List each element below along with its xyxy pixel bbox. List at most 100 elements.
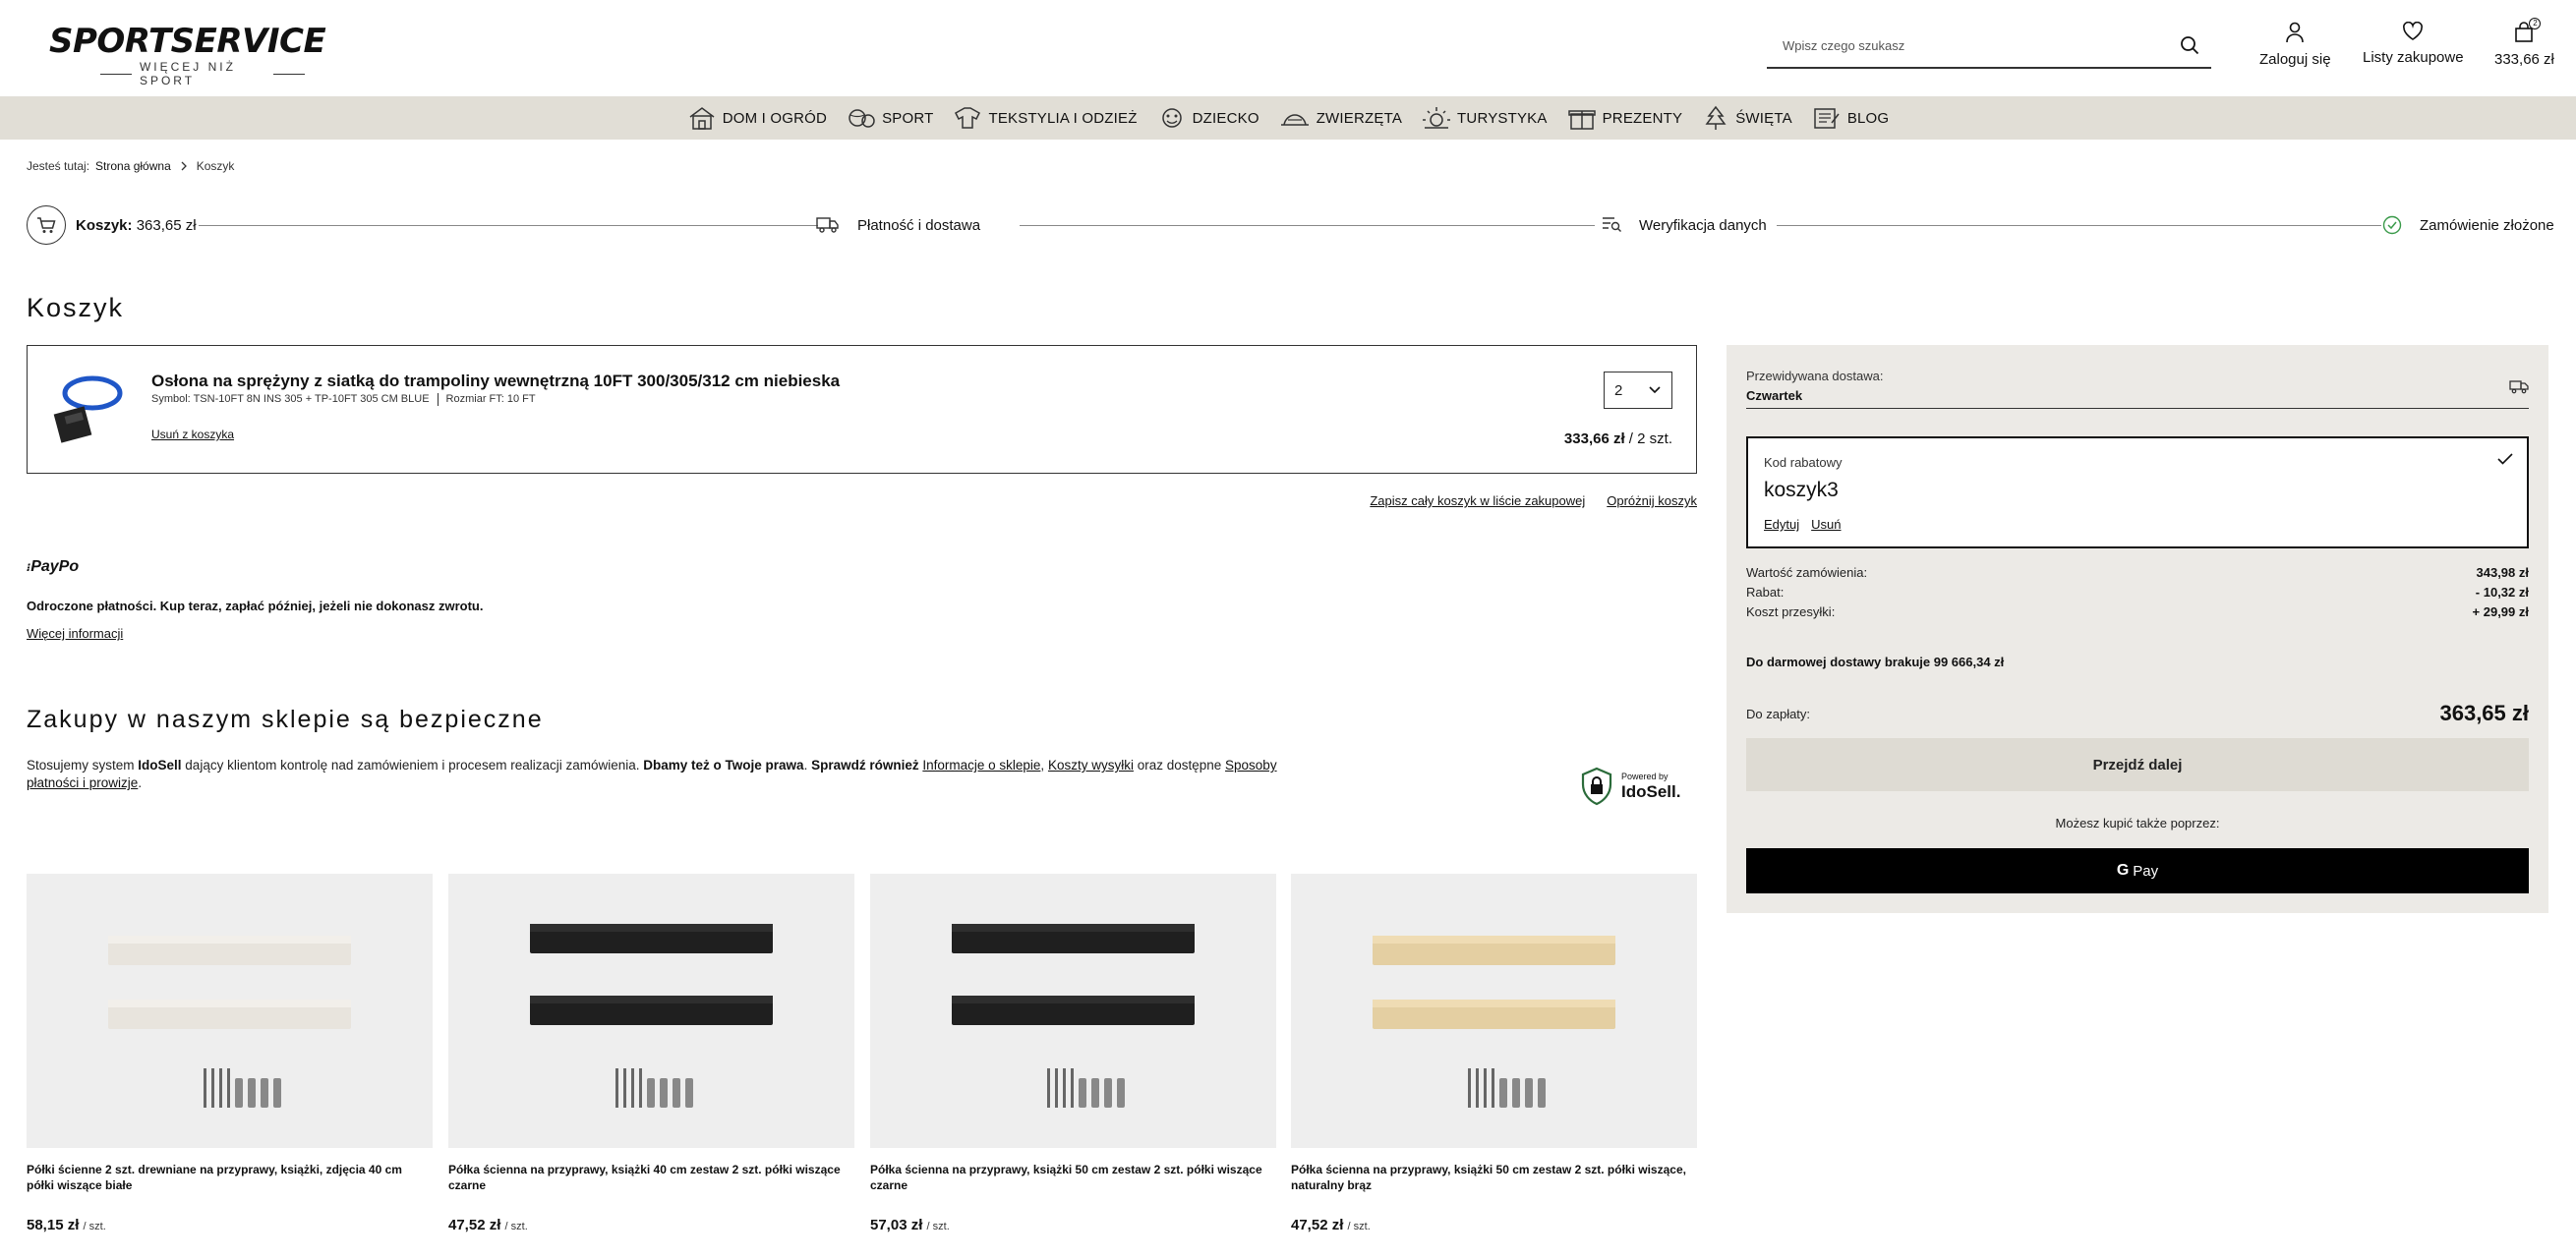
paypo-logo: ⁝PayPo <box>27 558 80 575</box>
product-price: 57,03 zł / szt. <box>870 1217 950 1233</box>
step-divider <box>199 225 818 226</box>
product-image[interactable] <box>47 366 136 454</box>
total-label: Do zapłaty: <box>1746 707 1811 721</box>
product-image[interactable] <box>448 874 854 1148</box>
nav-item-dom-i-ogrod[interactable]: DOM I OGRÓD <box>687 105 827 131</box>
step-done: Zamówienie złożone <box>2420 217 2554 234</box>
header: SPORTSERVICE WIĘCEJ NIŻ SPORT Zaloguj si… <box>0 0 2576 96</box>
chevron-down-icon <box>1649 386 1661 394</box>
idosell-badge[interactable]: Powered by IdoSell. <box>1580 767 1680 806</box>
cart-icon <box>37 217 56 233</box>
chevron-right-icon <box>181 161 187 171</box>
shipping-row: Koszt przesyłki: + 29,99 zł <box>1746 604 2529 619</box>
product-card[interactable]: Półka ścienna na przyprawy, książki 50 c… <box>1291 874 1697 1233</box>
wishlist-button[interactable]: Listy zakupowe <box>2363 22 2464 66</box>
product-name[interactable]: Półka ścienna na przyprawy, książki 50 c… <box>1291 1162 1697 1201</box>
check-icon <box>2497 452 2513 468</box>
breadcrumb: Jesteś tutaj: Strona główna Koszyk <box>27 159 235 173</box>
coupon-code: koszyk3 <box>1764 479 1839 501</box>
step-payment: Płatność i dostawa <box>857 217 981 234</box>
cart-actions: Zapisz cały koszyk w liście zakupowej Op… <box>1370 493 1697 508</box>
order-value-row: Wartość zamówienia: 343,98 zł <box>1746 565 2529 580</box>
breadcrumb-home-link[interactable]: Strona główna <box>95 159 171 173</box>
safety-title: Zakupy w naszym sklepie są bezpieczne <box>27 706 544 733</box>
shelf-image-shape <box>530 924 773 953</box>
logo-tagline: WIĘCEJ NIŻ SPORT <box>100 60 305 87</box>
product-image[interactable] <box>870 874 1276 1148</box>
product-price: 47,52 zł / szt. <box>1291 1217 1371 1233</box>
shield-lock-icon <box>1581 767 1612 806</box>
order-summary: Przewidywana dostawa: Czwartek Kod rabat… <box>1727 345 2548 913</box>
product-card[interactable]: Półka ścienna na przyprawy, książki 50 c… <box>870 874 1276 1233</box>
search-icon[interactable] <box>2180 35 2199 58</box>
main-navigation: DOM I OGRÓD SPORT TEKSTYLIA I ODZIEŻ DZI… <box>0 96 2576 140</box>
product-name[interactable]: Półka ścienna na przyprawy, książki 50 c… <box>870 1162 1276 1201</box>
google-g-icon: G <box>2116 862 2130 879</box>
shop-info-link[interactable]: Informacje o sklepie <box>922 758 1040 773</box>
quantity-select[interactable]: 2 <box>1604 372 1672 409</box>
paypo-description: Odroczone płatności. Kup teraz, zapłać p… <box>27 599 484 613</box>
proceed-button[interactable]: Przejdź dalej <box>1746 738 2529 791</box>
shelf-image-shape <box>952 996 1195 1025</box>
breadcrumb-current: Koszyk <box>196 159 235 173</box>
coupon-edit-link[interactable]: Edytuj <box>1764 517 1799 532</box>
checkout-steps: Koszyk: 363,65 zł Płatność i dostawa Wer… <box>27 205 2554 247</box>
step-verify: Weryfikacja danych <box>1639 217 1767 234</box>
gift-icon <box>1567 110 1596 130</box>
nav-item-zwierzeta[interactable]: ZWIERZĘTA <box>1279 105 1402 131</box>
nav-item-swieta[interactable]: ŚWIĘTA <box>1702 105 1792 131</box>
step-divider <box>1020 225 1595 226</box>
paypo-more-info-link[interactable]: Więcej informacji <box>27 626 123 641</box>
nav-item-sport[interactable]: SPORT <box>847 105 933 131</box>
truck-icon <box>2509 378 2529 397</box>
cart-item-price: 333,66 zł / 2 szt. <box>1563 430 1672 447</box>
coupon-remove-link[interactable]: Usuń <box>1811 517 1841 532</box>
step-divider <box>1777 225 2381 226</box>
delivery-day: Czwartek <box>1746 388 1803 403</box>
login-button[interactable]: Zaloguj się <box>2259 22 2331 68</box>
ball-icon <box>849 109 875 128</box>
page-title: Koszyk <box>27 293 125 322</box>
shelf-image-shape <box>530 996 773 1025</box>
delivery-underline <box>1746 408 2529 409</box>
discount-row: Rabat: - 10,32 zł <box>1746 585 2529 600</box>
heart-icon <box>2403 22 2424 40</box>
blog-icon <box>1814 108 1840 129</box>
nav-item-blog[interactable]: BLOG <box>1812 105 1889 131</box>
cart-step-circle <box>27 205 66 245</box>
check-circle-icon <box>2382 215 2402 238</box>
safety-text: Stosujemy system IdoSell dający klientom… <box>27 758 1277 790</box>
product-price: 47,52 zł / szt. <box>448 1217 528 1233</box>
nav-item-tekstylia[interactable]: TEKSTYLIA I ODZIEŻ <box>953 105 1137 131</box>
tree-icon <box>1705 105 1727 130</box>
search-input[interactable] <box>1767 26 2160 65</box>
coupon-label: Kod rabatowy <box>1764 455 1843 470</box>
product-image[interactable] <box>1291 874 1697 1148</box>
nav-item-turystyka[interactable]: TURYSTYKA <box>1422 105 1548 131</box>
free-shipping-notice: Do darmowej dostawy brakuje 99 666,34 zł <box>1746 655 2005 669</box>
verify-list-icon <box>1602 215 1621 236</box>
cart-item: Osłona na sprężyny z siatką do trampolin… <box>27 345 1697 474</box>
product-image[interactable] <box>27 874 433 1148</box>
product-name[interactable]: Półka ścienna na przyprawy, książki 40 c… <box>448 1162 854 1201</box>
shelf-image-shape <box>1373 1000 1615 1029</box>
product-card[interactable]: Półka ścienna na przyprawy, książki 40 c… <box>448 874 854 1233</box>
cart-item-title[interactable]: Osłona na sprężyny z siatką do trampolin… <box>151 372 840 391</box>
pet-icon <box>1280 114 1309 126</box>
nav-item-dziecko[interactable]: DZIECKO <box>1157 105 1259 131</box>
remove-from-cart-link[interactable]: Usuń z koszyka <box>151 428 234 441</box>
nav-item-prezenty[interactable]: PREZENTY <box>1567 105 1683 131</box>
truck-icon <box>816 215 840 236</box>
clear-cart-link[interactable]: Opróżnij koszyk <box>1607 493 1697 508</box>
product-name[interactable]: Półki ścienne 2 szt. drewniane na przypr… <box>27 1162 433 1201</box>
logo-text: SPORTSERVICE <box>49 22 326 61</box>
google-pay-button[interactable]: G Pay <box>1746 848 2529 893</box>
shirt-icon <box>955 107 981 129</box>
shipping-costs-link[interactable]: Koszty wysyłki <box>1048 758 1134 773</box>
shelf-image-shape <box>952 924 1195 953</box>
alternative-payment-label: Możesz kupić także poprzez: <box>2055 816 2220 830</box>
product-card[interactable]: Półki ścienne 2 szt. drewniane na przypr… <box>27 874 433 1233</box>
logo[interactable]: SPORTSERVICE WIĘCEJ NIŻ SPORT <box>49 22 326 87</box>
cart-button[interactable]: 2 333,66 zł <box>2494 18 2554 68</box>
save-cart-to-list-link[interactable]: Zapisz cały koszyk w liście zakupowej <box>1370 493 1585 508</box>
